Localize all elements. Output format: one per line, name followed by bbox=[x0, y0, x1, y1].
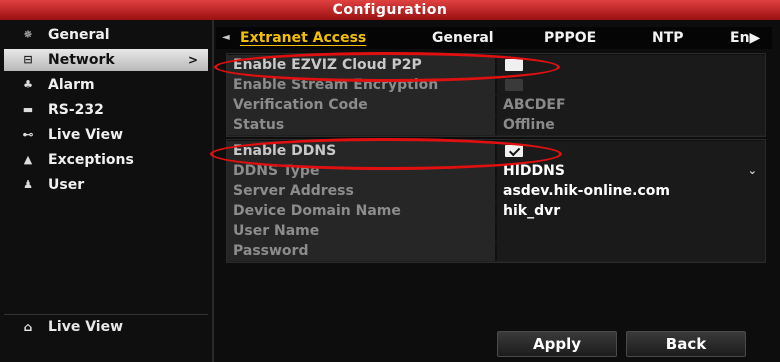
sidebar-item-alarm[interactable]: ♣ Alarm bbox=[4, 74, 208, 96]
password-row: Password bbox=[227, 241, 765, 262]
server-address-label: Server Address bbox=[227, 181, 495, 201]
sidebar-item-user[interactable]: ♟ User bbox=[4, 174, 208, 196]
password-field[interactable] bbox=[497, 241, 765, 261]
ddns-type-row: DDNS Type HIDDNS ⌄ bbox=[227, 161, 765, 182]
chevron-right-icon: > bbox=[187, 53, 198, 67]
sidebar-item-label: User bbox=[48, 177, 85, 193]
ddns-type-value: HIDDNS bbox=[503, 163, 565, 179]
checkmark-icon bbox=[509, 144, 521, 157]
ddns-enable-row: Enable DDNS bbox=[227, 141, 765, 162]
live-view-button[interactable]: ⌂ Live View bbox=[4, 314, 208, 339]
server-address-field[interactable]: asdev.hik-online.com bbox=[497, 181, 765, 201]
verification-code-label: Verification Code bbox=[227, 95, 495, 115]
apply-button[interactable]: Apply bbox=[497, 331, 617, 357]
verification-code-field[interactable]: ABCDEF bbox=[497, 95, 765, 115]
sidebar-item-exceptions[interactable]: ▲ Exceptions bbox=[4, 149, 208, 171]
stream-encryption-row: Enable Stream Encryption bbox=[227, 75, 765, 96]
window-title: Configuration bbox=[0, 0, 780, 20]
device-domain-row: Device Domain Name hik_dvr bbox=[227, 201, 765, 222]
tab-extranet-access[interactable]: Extranet Access bbox=[240, 27, 366, 49]
p2p-panel: Enable EZVIZ Cloud P2P Enable Stream Enc… bbox=[226, 53, 766, 137]
sidebar-item-rs232[interactable]: ▬ RS-232 bbox=[4, 99, 208, 121]
sidebar-item-label: RS-232 bbox=[48, 102, 104, 118]
sidebar-item-label: General bbox=[48, 27, 110, 43]
sidebar-item-live-view[interactable]: ⊷ Live View bbox=[4, 124, 208, 146]
ddns-enable-label: Enable DDNS bbox=[227, 141, 495, 161]
alarm-icon: ♣ bbox=[23, 78, 33, 91]
tab-general[interactable]: General bbox=[432, 27, 494, 49]
back-button[interactable]: Back bbox=[626, 331, 746, 357]
status-row: Status Offline bbox=[227, 115, 765, 136]
device-domain-label: Device Domain Name bbox=[227, 201, 495, 221]
serial-port-icon: ▬ bbox=[22, 103, 34, 116]
sidebar: ✵ General ⊟ Network > ♣ Alarm ▬ RS-232 ⊷… bbox=[0, 20, 214, 362]
username-label: User Name bbox=[227, 221, 495, 241]
chevron-down-icon: ⌄ bbox=[747, 164, 757, 177]
sidebar-item-label: Network bbox=[48, 52, 115, 68]
tab-more[interactable]: En▶ bbox=[730, 27, 760, 49]
home-icon: ⌂ bbox=[23, 320, 33, 334]
warning-icon: ▲ bbox=[23, 153, 33, 166]
eye-icon: ⊷ bbox=[22, 128, 34, 141]
sidebar-item-network[interactable]: ⊟ Network > bbox=[4, 49, 208, 71]
device-domain-field[interactable]: hik_dvr bbox=[497, 201, 765, 221]
sidebar-item-label: Exceptions bbox=[48, 152, 134, 168]
password-label: Password bbox=[227, 241, 495, 261]
status-label: Status bbox=[227, 115, 495, 135]
tab-bar: ◄ Extranet Access General PPPOE NTP En▶ bbox=[216, 27, 772, 49]
p2p-enable-checkbox[interactable] bbox=[505, 59, 523, 71]
sidebar-item-label: Alarm bbox=[48, 77, 95, 93]
ddns-panel: Enable DDNS DDNS Type HIDDNS ⌄ Server Ad… bbox=[226, 139, 766, 263]
tab-pppoe[interactable]: PPPOE bbox=[544, 27, 596, 49]
sidebar-item-general[interactable]: ✵ General bbox=[4, 24, 208, 46]
live-view-label: Live View bbox=[48, 319, 124, 335]
ddns-type-label: DDNS Type bbox=[227, 161, 495, 181]
stream-encryption-checkbox[interactable] bbox=[505, 79, 523, 91]
tab-scroll-left-icon[interactable]: ◄ bbox=[222, 27, 230, 49]
username-row: User Name bbox=[227, 221, 765, 242]
username-field[interactable] bbox=[497, 221, 765, 241]
status-value: Offline bbox=[497, 115, 765, 135]
p2p-enable-row: Enable EZVIZ Cloud P2P bbox=[227, 55, 765, 76]
network-icon: ⊟ bbox=[23, 53, 33, 66]
tab-ntp[interactable]: NTP bbox=[652, 27, 684, 49]
gear-icon: ✵ bbox=[23, 28, 33, 41]
p2p-enable-label: Enable EZVIZ Cloud P2P bbox=[227, 55, 495, 75]
verification-row: Verification Code ABCDEF bbox=[227, 95, 765, 116]
server-address-row: Server Address asdev.hik-online.com bbox=[227, 181, 765, 202]
users-icon: ♟ bbox=[23, 178, 33, 191]
ddns-enable-checkbox[interactable] bbox=[505, 144, 523, 157]
sidebar-item-label: Live View bbox=[48, 127, 124, 143]
stream-encryption-label: Enable Stream Encryption bbox=[227, 75, 495, 95]
ddns-type-select[interactable]: HIDDNS ⌄ bbox=[497, 161, 765, 181]
